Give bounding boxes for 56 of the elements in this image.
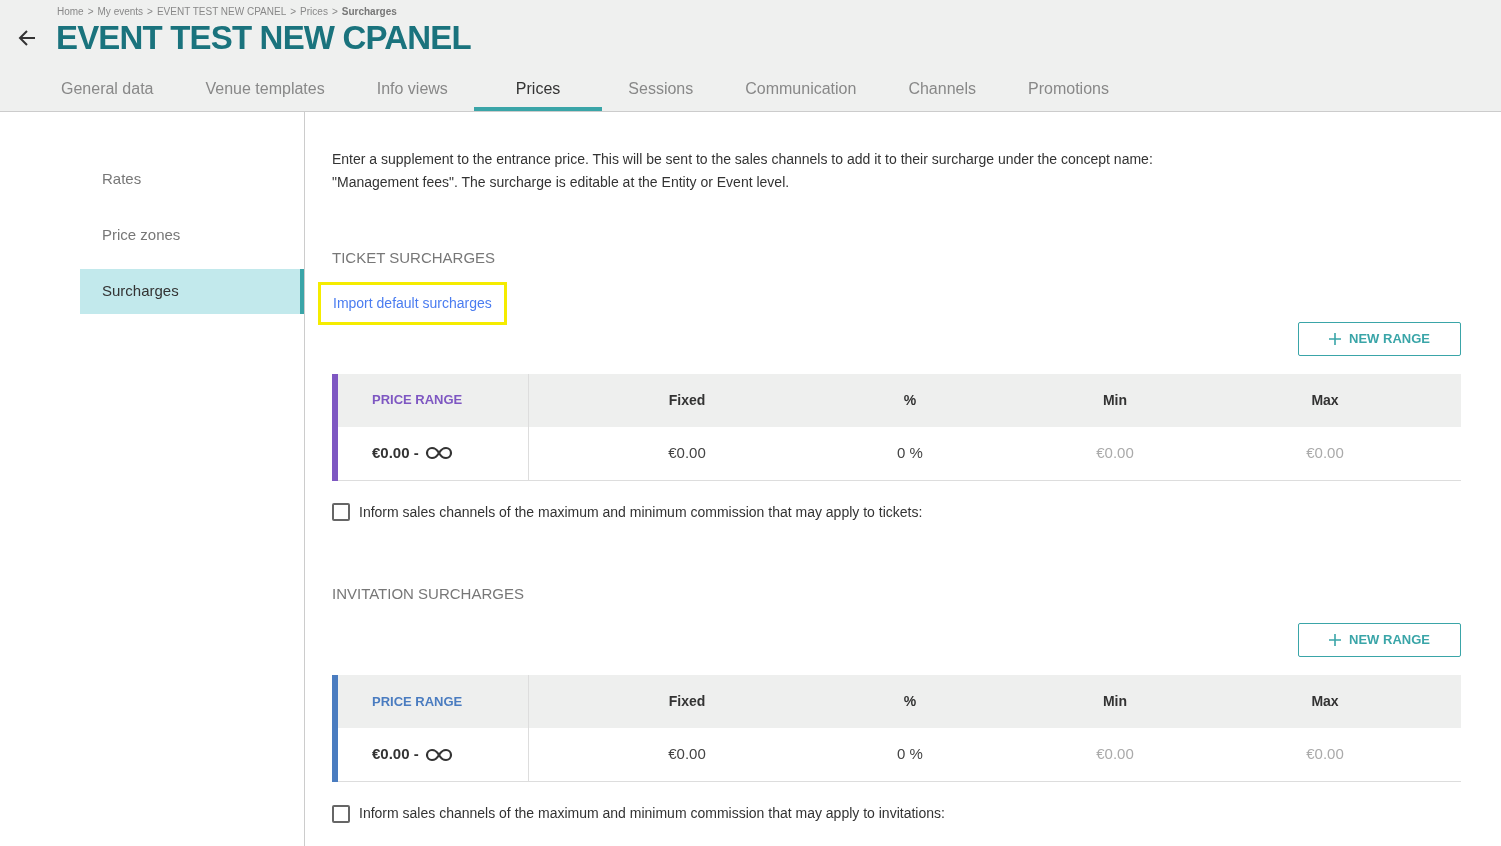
tab[interactable]: Channels xyxy=(882,71,1002,111)
infinity-icon xyxy=(424,747,453,762)
new-range-button[interactable]: NEW RANGE xyxy=(1298,623,1461,657)
tab[interactable]: General data xyxy=(35,71,180,111)
breadcrumb-current: Surcharges xyxy=(341,5,397,19)
sidebar-item[interactable]: Surcharges xyxy=(80,269,304,314)
tab[interactable]: Communication xyxy=(719,71,883,111)
description-text: Enter a supplement to the entrance price. This will be sent to the sales channels to add it to their surcharge under the concept name: "Management fees". The surcharge is editable at the Entity or Event level. xyxy=(332,150,1154,192)
breadcrumb-link[interactable]: EVENT TEST NEW CPANEL xyxy=(156,4,287,19)
price-range-text: €0.00 - xyxy=(372,442,419,463)
breadcrumb-link[interactable]: My events xyxy=(97,4,144,19)
column-header: % xyxy=(902,390,918,410)
section-heading: INVITATION SURCHARGES xyxy=(332,583,525,604)
column-header: Min xyxy=(1101,692,1129,711)
table-cell-text: €0.00 xyxy=(667,442,707,463)
checkbox-label: Inform sales channels of the maximum and minimum commission that may apply to invitations: xyxy=(359,804,945,823)
tab[interactable]: Info views xyxy=(350,71,474,111)
page-title: EVENT TEST NEW CPANEL xyxy=(56,21,471,54)
checkbox-label: Inform sales channels of the maximum and minimum commission that may apply to tickets: xyxy=(359,502,923,522)
column-header: % xyxy=(902,692,918,711)
breadcrumb-separator-icon: > xyxy=(331,4,338,19)
tab[interactable]: Venue templates xyxy=(179,71,351,111)
tab[interactable]: Promotions xyxy=(1002,71,1135,111)
table-cell-text: €0.00 xyxy=(1305,744,1345,765)
table-cell-text: €0.00 xyxy=(1095,442,1135,463)
import-link[interactable]: Import default surcharges xyxy=(318,281,507,325)
breadcrumb-separator-icon: > xyxy=(290,4,297,19)
column-header: Fixed xyxy=(667,692,707,711)
table-cell-text: 0 % xyxy=(896,442,924,463)
new-range-button[interactable]: NEW RANGE xyxy=(1298,321,1461,356)
sidebar-item[interactable]: Rates xyxy=(80,157,304,202)
infinity-icon xyxy=(424,446,453,460)
breadcrumb-separator-icon: > xyxy=(87,4,94,19)
table-cell-text: €0.00 xyxy=(1305,442,1345,463)
breadcrumb-link[interactable]: Home xyxy=(57,4,84,19)
price-range-text: €0.00 - xyxy=(372,744,419,765)
checkbox[interactable] xyxy=(332,503,350,521)
section-heading: TICKET SURCHARGES xyxy=(332,248,497,268)
column-header: Max xyxy=(1310,390,1340,410)
sidebar-item[interactable]: Price zones xyxy=(80,213,304,258)
back-arrow-icon xyxy=(17,28,37,47)
table-cell-text: 0 % xyxy=(896,744,924,765)
column-header: PRICE RANGE xyxy=(338,373,529,427)
breadcrumb-link[interactable]: Prices xyxy=(300,4,328,19)
plus-icon xyxy=(1329,332,1342,345)
column-header: Max xyxy=(1310,692,1340,711)
tab[interactable]: Sessions xyxy=(602,71,720,111)
column-header: PRICE RANGE xyxy=(338,675,529,728)
checkbox[interactable] xyxy=(332,804,350,823)
plus-icon xyxy=(1329,634,1342,646)
table-cell-text: €0.00 xyxy=(667,744,707,765)
tab[interactable]: Prices xyxy=(473,71,603,111)
table-cell-text: €0.00 xyxy=(1095,744,1135,765)
column-header: Fixed xyxy=(667,390,707,410)
column-header: Min xyxy=(1101,390,1129,410)
breadcrumb-separator-icon: > xyxy=(147,4,153,19)
